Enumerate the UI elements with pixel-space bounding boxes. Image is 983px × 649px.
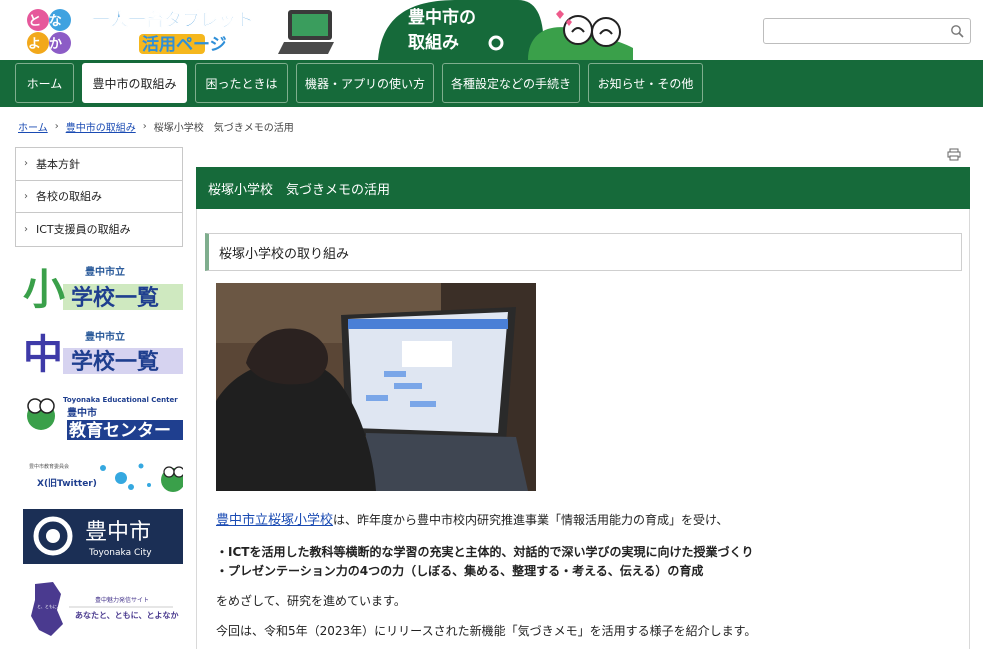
x-twitter-banner[interactable]: 豊中市教育委員会 X(旧Twitter): [23, 458, 183, 493]
breadcrumb-home[interactable]: ホーム: [18, 119, 48, 134]
global-nav: ホーム 豊中市の取組み 困ったときは 機器・アプリの使い方 各種設定などの手続き…: [0, 60, 983, 107]
paragraph: 今回は、令和5年（2023年）にリリースされた新機能「気づきメモ」を活用する様子…: [216, 624, 757, 638]
nav-device-apps[interactable]: 機器・アプリの使い方: [296, 63, 434, 103]
svg-text:豊中市の: 豊中市の: [408, 7, 476, 28]
section-heading: 桜塚小学校の取り組み: [205, 233, 962, 271]
search-input[interactable]: [770, 19, 950, 43]
chevron-right-icon: ›: [54, 121, 59, 132]
nav-news-other[interactable]: お知らせ・その他: [588, 63, 703, 103]
sidebar-item-label: 基本方針: [36, 157, 80, 171]
svg-text:豊中市立: 豊中市立: [85, 330, 125, 343]
junior-high-school-list-banner[interactable]: 中 豊中市立 学校一覧: [23, 326, 183, 376]
svg-text:Toyonaka Educational Center: Toyonaka Educational Center: [63, 396, 178, 404]
nav-procedures[interactable]: 各種設定などの手続き: [442, 63, 580, 103]
chevron-right-icon: ›: [142, 121, 147, 132]
svg-text:豊中市教育委員会: 豊中市教育委員会: [29, 463, 69, 470]
chevron-right-icon: ›: [24, 223, 28, 235]
toyonaka-attraction-banner[interactable]: と、ともに、とよなか 豊中魅力発信サイト あなたと、ともに、とよなか: [23, 580, 183, 638]
sidebar-item-schools[interactable]: › 各校の取組み: [16, 180, 182, 213]
svg-text:豊中市: 豊中市: [85, 520, 151, 545]
svg-text:あなたと、ともに、とよなか: あなたと、ともに、とよなか: [75, 610, 178, 620]
svg-text:Toyonaka City: Toyonaka City: [88, 548, 152, 558]
sidebar-menu: › 基本方針 › 各校の取組み › ICT支援員の取組み: [15, 147, 183, 247]
sidebar-item-policy[interactable]: › 基本方針: [16, 148, 182, 181]
svg-text:中: 中: [23, 332, 63, 376]
svg-text:教育センター: 教育センター: [68, 420, 171, 441]
svg-text:X(旧Twitter): X(旧Twitter): [37, 477, 97, 489]
sidebar-item-label: ICT支援員の取組み: [36, 223, 131, 237]
site-logo[interactable]: とな よか 一人一台タブレット 活用ページ: [26, 6, 334, 56]
bullet-item: ・プレゼンテーション力の4つの力（しぼる、集める、整理する・考える、伝える）の育…: [216, 564, 704, 578]
torikumi-badge: 豊中市の 取組み: [378, 0, 633, 60]
paragraph: をめざして、研究を進めています。: [216, 594, 406, 608]
svg-text:豊中市立: 豊中市立: [85, 265, 125, 278]
site-header: とな よか 一人一台タブレット 活用ページ 豊中市の 取組み: [0, 0, 983, 60]
sidebar-item-label: 各校の取組み: [36, 190, 102, 204]
svg-text:小: 小: [23, 265, 65, 312]
svg-text:学校一覧: 学校一覧: [71, 285, 159, 311]
sidebar-item-ict-support[interactable]: › ICT支援員の取組み: [16, 213, 182, 246]
education-center-banner[interactable]: Toyonaka Educational Center 豊中市 教育センター: [23, 392, 183, 442]
print-icon[interactable]: [947, 148, 961, 161]
nav-torikumi[interactable]: 豊中市の取組み: [82, 63, 187, 103]
svg-text:豊中市: 豊中市: [67, 406, 97, 419]
intro-paragraph: 豊中市立桜塚小学校は、昨年度から豊中市校内研究推進事業「情報活用能力の育成」を受…: [216, 509, 728, 528]
svg-text:取組み: 取組み: [408, 32, 459, 53]
bullet-item: ・ICTを活用した教科等横断的な学習の充実と主体的、対話的で深い学びの実現に向け…: [216, 545, 754, 559]
svg-text:と、ともに、とよなか: と、ともに、とよなか: [37, 603, 77, 609]
breadcrumb-section[interactable]: 豊中市の取組み: [66, 119, 136, 134]
breadcrumb-current: 桜塚小学校 気づきメモの活用: [153, 123, 294, 134]
chevron-right-icon: ›: [24, 158, 28, 170]
svg-text:よか: よか: [28, 37, 70, 52]
chevron-right-icon: ›: [24, 190, 28, 202]
search-icon[interactable]: [950, 24, 964, 38]
svg-text:一人一台タブレット: 一人一台タブレット: [92, 9, 254, 31]
breadcrumb: ホーム › 豊中市の取組み › 桜塚小学校 気づきメモの活用: [18, 119, 294, 134]
svg-text:活用ページ: 活用ページ: [142, 34, 227, 55]
intro-text: は、昨年度から豊中市校内研究推進事業「情報活用能力の育成」を受け、: [333, 513, 729, 527]
svg-text:豊中魅力発信サイト: 豊中魅力発信サイト: [95, 596, 149, 604]
svg-text:とな: とな: [28, 14, 70, 29]
toyonaka-city-banner[interactable]: 豊中市 Toyonaka City: [23, 509, 183, 564]
search-field[interactable]: [763, 18, 971, 44]
school-link[interactable]: 豊中市立桜塚小学校: [216, 513, 333, 528]
svg-text:学校一覧: 学校一覧: [71, 349, 159, 375]
page-title: 桜塚小学校 気づきメモの活用: [196, 167, 970, 209]
nav-trouble[interactable]: 困ったときは: [195, 63, 288, 103]
elementary-school-list-banner[interactable]: 小 豊中市立 学校一覧: [23, 260, 183, 312]
nav-home[interactable]: ホーム: [15, 63, 74, 103]
student-tablet-photo: [216, 283, 536, 491]
